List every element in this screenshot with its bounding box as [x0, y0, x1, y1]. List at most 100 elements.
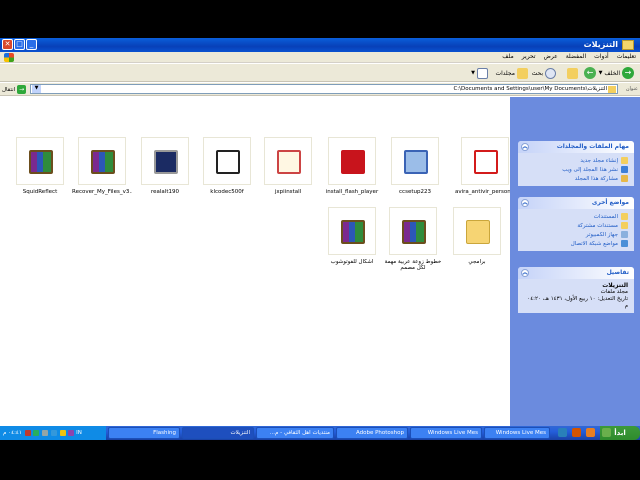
- window-title: التنزيلات: [583, 40, 618, 49]
- forward-button[interactable]: ←: [584, 67, 596, 79]
- task-publish-web[interactable]: نشر هذا المجلد إلى ويب: [524, 165, 628, 174]
- taskbar-item[interactable]: Windows Live Mes: [410, 427, 482, 439]
- details-panel-header[interactable]: تفاصيل ︽: [518, 267, 634, 279]
- language-indicator[interactable]: IN: [76, 430, 82, 436]
- minimize-button[interactable]: _: [26, 39, 37, 50]
- folder-up-icon: [567, 67, 578, 79]
- up-button[interactable]: [567, 67, 578, 79]
- collapse-icon[interactable]: ︽: [521, 269, 529, 277]
- tasks-panel-header[interactable]: مهام الملفات والمجلدات ︽: [518, 141, 634, 153]
- go-button[interactable]: انتقال →: [2, 85, 27, 94]
- places-panel: مواضع أخرى ︽ المستندات مستندات مشتركة جه…: [518, 197, 634, 251]
- file-item[interactable]: realalt190: [135, 137, 195, 195]
- file-item[interactable]: خطوط زوعة عربية مهمة لكل مصمم: [383, 207, 443, 271]
- file-item[interactable]: avira_antivir_personal_en: [455, 137, 515, 195]
- close-button[interactable]: ✕: [2, 39, 13, 50]
- show-desktop-icon[interactable]: [602, 428, 611, 437]
- address-label: عنوان: [625, 86, 638, 92]
- title-bar[interactable]: ✕ □ _ التنزيلات: [0, 38, 640, 52]
- security-icon[interactable]: [59, 429, 66, 436]
- details-title: تفاصيل: [606, 269, 629, 276]
- file-name: اشكال للفوتوشوب: [330, 259, 374, 265]
- place-network[interactable]: مواضع شبكة الاتصال: [524, 239, 628, 248]
- file-item[interactable]: برامجي: [447, 207, 507, 265]
- menu-tools[interactable]: أدوات: [594, 53, 609, 60]
- place-label: جهاز الكمبيوتر: [585, 231, 618, 238]
- ie-icon[interactable]: [558, 428, 567, 437]
- antivirus-icon[interactable]: [24, 429, 31, 436]
- file-name: خطوط زوعة عربية مهمة لكل مصمم: [384, 259, 442, 271]
- menu-view[interactable]: عرض: [544, 53, 558, 60]
- mouse-cursor: [276, 249, 288, 262]
- chevron-down-icon: ▼: [598, 70, 603, 76]
- folder-icon: [466, 220, 490, 244]
- chevron-down-icon[interactable]: ▼: [32, 85, 41, 93]
- place-label: مواضع شبكة الاتصال: [570, 240, 618, 247]
- chevron-down-icon: ▼: [471, 70, 475, 76]
- update-icon[interactable]: [68, 429, 75, 436]
- firefox-icon[interactable]: [586, 428, 595, 437]
- messenger-icon[interactable]: [33, 429, 40, 436]
- collapse-icon[interactable]: ︽: [521, 143, 529, 151]
- winrar-icon: [91, 150, 115, 174]
- taskbar-item[interactable]: Flashing: [108, 427, 180, 439]
- taskbar-item[interactable]: Windows Live Mes: [484, 427, 550, 439]
- search-icon: [545, 67, 556, 79]
- views-button[interactable]: ▼: [471, 67, 488, 79]
- back-button[interactable]: → الخلف ▼: [599, 67, 634, 79]
- folders-label: مجلدات: [495, 69, 515, 77]
- tasks-panel: مهام الملفات والمجلدات ︽ إنشاء مجلد جديد…: [518, 141, 634, 186]
- task-new-folder[interactable]: إنشاء مجلد جديد: [524, 156, 628, 165]
- file-item[interactable]: jxpiinstall: [258, 137, 318, 195]
- menu-edit[interactable]: تحرير: [522, 53, 536, 60]
- file-name: ccsetup223: [399, 189, 431, 195]
- address-path: C:\Documents and Settings\user\My Docume…: [453, 86, 607, 92]
- place-shared-documents[interactable]: مستندات مشتركة: [524, 221, 628, 230]
- file-view[interactable]: avira_antivir_personal_en ccsetup223 ins…: [0, 97, 515, 426]
- folders-button[interactable]: مجلدات: [495, 67, 528, 79]
- place-my-computer[interactable]: جهاز الكمبيوتر: [524, 230, 628, 239]
- media-icon[interactable]: [572, 428, 581, 437]
- file-item[interactable]: Recover_My_Files_v3....: [72, 137, 132, 195]
- task-label: مشاركة هذا المجلد: [574, 175, 618, 182]
- back-label: الخلف: [604, 69, 620, 77]
- search-button[interactable]: بحث: [532, 67, 556, 79]
- file-item[interactable]: ccsetup223: [385, 137, 445, 195]
- real-icon: [154, 150, 178, 174]
- taskbar-item[interactable]: Adobe Photoshop: [336, 427, 408, 439]
- menu-favorites[interactable]: المفضلة: [566, 53, 586, 60]
- taskbar-item[interactable]: منتديات اهل الثقافي - م...: [256, 427, 334, 439]
- volume-icon[interactable]: [42, 429, 49, 436]
- network-icon[interactable]: [50, 429, 57, 436]
- taskbar-item[interactable]: التنزيلات: [182, 427, 254, 439]
- desktop: ✕ □ _ التنزيلات ملف تحرير عرض المفضلة أد…: [0, 0, 640, 480]
- file-name: avira_antivir_personal_en: [455, 189, 515, 195]
- new-folder-icon: [621, 157, 628, 164]
- task-pane: مهام الملفات والمجلدات ︽ إنشاء مجلد جديد…: [510, 97, 640, 426]
- places-panel-header[interactable]: مواضع أخرى ︽: [518, 197, 634, 209]
- back-arrow-icon: →: [622, 67, 634, 79]
- address-field[interactable]: C:\Documents and Settings\user\My Docume…: [30, 84, 618, 94]
- toolbar: → الخلف ▼ ← بحث مجلدات ▼: [0, 64, 640, 82]
- place-documents[interactable]: المستندات: [524, 212, 628, 221]
- folder-icon: [608, 86, 616, 93]
- clock[interactable]: ٠٤:٤١ م: [3, 430, 22, 436]
- task-share-folder[interactable]: مشاركة هذا المجلد: [524, 174, 628, 183]
- file-name: Recover_My_Files_v3....: [72, 189, 132, 195]
- places-title: مواضع أخرى: [591, 199, 629, 206]
- taskbar-item-label: منتديات اهل الثقافي - م...: [269, 430, 330, 436]
- file-item[interactable]: klcodec500f: [197, 137, 257, 195]
- menu-file[interactable]: ملف: [502, 53, 513, 60]
- task-label: نشر هذا المجلد إلى ويب: [562, 166, 618, 173]
- file-item[interactable]: install_flash_player: [322, 137, 382, 195]
- file-item[interactable]: اشكال للفوتوشوب: [322, 207, 382, 265]
- file-item[interactable]: SquidReflect: [10, 137, 70, 195]
- file-name: SquidReflect: [22, 189, 58, 195]
- menu-help[interactable]: تعليمات: [617, 53, 636, 60]
- file-name: klcodec500f: [210, 189, 244, 195]
- collapse-icon[interactable]: ︽: [521, 199, 529, 207]
- start-label: ابدأ: [614, 429, 626, 437]
- klite-icon: [216, 150, 240, 174]
- maximize-button[interactable]: □: [14, 39, 25, 50]
- windows-logo-icon: [4, 53, 14, 62]
